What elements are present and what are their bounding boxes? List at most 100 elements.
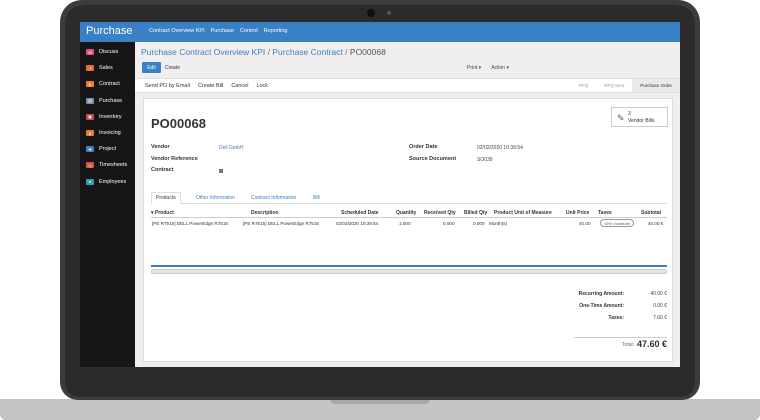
tax-tag: 19% Vorsteuer: [600, 219, 635, 227]
cell-uom: Month(s): [489, 221, 508, 226]
top-menu-purchase[interactable]: Purchase: [211, 28, 234, 34]
action-dropdown[interactable]: Action ▾: [491, 65, 509, 71]
breadcrumb-separator: /: [267, 47, 270, 57]
cell-quantity: 1.000: [399, 221, 411, 226]
horizontal-scrollbar[interactable]: [151, 269, 667, 274]
status-stages: RFQ RFQ Sent Purchase Order: [571, 79, 680, 92]
sidebar-item-label: Purchase: [99, 97, 123, 104]
cell-subtotal: 40.00 €: [648, 221, 664, 226]
col-unit-price[interactable]: Unit Price: [566, 210, 589, 216]
recurring-amount-value: 40.00 €: [650, 291, 667, 297]
contract-label: Contract: [151, 167, 174, 173]
table-divider: [151, 265, 667, 267]
header-actions: Send PO by Email Create Bill Cancel Lock: [145, 83, 268, 89]
breadcrumb-separator: /: [345, 47, 348, 57]
col-billed-qty[interactable]: Billed Qty: [464, 210, 487, 216]
vendor-bills-button[interactable]: ✎ 3 Vendor Bills: [611, 107, 668, 127]
breadcrumb: Purchase Contract Overview KPI / Purchas…: [141, 47, 386, 57]
create-bill-button[interactable]: Create Bill: [198, 83, 223, 89]
tab-bill[interactable]: Bill: [313, 192, 320, 204]
form-sheet: PO00068 ✎ 3 Vendor Bills Vendor Dell Gmb…: [143, 98, 673, 362]
source-document-field[interactable]: SO039: [477, 157, 493, 163]
col-scheduled-date[interactable]: Scheduled Date: [341, 210, 379, 216]
col-taxes[interactable]: Taxes: [598, 210, 612, 216]
sidebar-item-employees[interactable]: ● Employees: [80, 174, 135, 190]
record-title: PO00068: [151, 116, 206, 131]
print-dropdown[interactable]: Print ▾: [467, 65, 481, 71]
lock-button[interactable]: Lock: [256, 83, 268, 89]
users-icon: ●: [86, 178, 94, 185]
edit-button[interactable]: Edit: [142, 62, 161, 73]
top-menu: Contract Overview KPI Purchase Control R…: [149, 28, 287, 34]
sidebar-item-label: Sales: [99, 65, 113, 72]
breadcrumb-kpi-link[interactable]: Purchase Contract Overview KPI: [141, 47, 265, 57]
sidebar-item-timesheets[interactable]: ◷ Timesheets: [80, 157, 135, 173]
tab-contract-information[interactable]: Contract Information: [251, 192, 296, 204]
vendor-field[interactable]: Dell GmbH: [219, 145, 243, 151]
breadcrumb-current: PO00068: [349, 47, 386, 57]
tab-other-information[interactable]: Other Information: [196, 192, 235, 204]
sidebar-item-project[interactable]: ✚ Project: [80, 141, 135, 157]
top-menu-control[interactable]: Control: [240, 28, 258, 34]
stage-purchase-order[interactable]: Purchase Order: [632, 79, 680, 92]
col-uom[interactable]: Product Unit of Measure: [494, 210, 552, 216]
col-description[interactable]: Description: [251, 210, 279, 216]
sidebar-item-sales[interactable]: ↗ Sales: [80, 60, 135, 76]
chat-icon: ✉: [86, 49, 94, 56]
col-subtotal[interactable]: Subtotal: [641, 210, 661, 216]
col-product[interactable]: ▾ Product: [151, 210, 174, 216]
camera-sensor: [387, 11, 391, 15]
sidebar-item-purchase[interactable]: ▤ Purchase: [80, 93, 135, 109]
sidebar-item-invoicing[interactable]: $ Invoicing: [80, 125, 135, 141]
order-date-label: Order Date: [409, 144, 438, 150]
stage-rfq-sent[interactable]: RFQ Sent: [596, 79, 632, 92]
order-date-field[interactable]: 02/02/2020 10:39:54: [477, 145, 523, 151]
vendor-reference-label: Vendor Reference: [151, 156, 198, 162]
top-menu-contract-overview-kpi[interactable]: Contract Overview KPI: [149, 28, 205, 34]
recurring-amount-label: Recurring Amount:: [578, 291, 624, 297]
sidebar-item-inventory[interactable]: ▣ Inventory: [80, 109, 135, 125]
cell-description: [PE R7515] DELL PowerEdge R7515: [243, 221, 319, 226]
chart-icon: ↗: [86, 65, 94, 72]
app-title[interactable]: Purchase: [86, 25, 132, 37]
top-menu-reporting[interactable]: Reporting: [264, 28, 288, 34]
sidebar-item-label: Contract: [99, 81, 120, 88]
source-document-label: Source Document: [409, 156, 457, 162]
sidebar-item-discuss[interactable]: ✉ Discuss: [80, 44, 135, 60]
sidebar-item-label: Project: [99, 146, 117, 153]
app-screen: Purchase Contract Overview KPI Purchase …: [80, 22, 680, 367]
col-quantity[interactable]: Quantity: [396, 210, 416, 216]
table-row[interactable]: [PE R7515] DELL PowerEdge R7515 [PE R751…: [151, 219, 667, 229]
vendor-bills-label: Vendor Bills: [628, 118, 655, 124]
cancel-button[interactable]: Cancel: [231, 83, 248, 89]
box-icon: ▣: [86, 113, 94, 120]
pencil-square-icon: ✎: [617, 113, 625, 123]
cell-unit-price: 40.00: [579, 221, 591, 226]
toolbar-menus: Print ▾ Action ▾: [467, 65, 509, 71]
tab-products[interactable]: Products: [151, 192, 181, 204]
totals-divider: [574, 337, 667, 338]
main-content: Purchase Contract Overview KPI / Purchas…: [135, 42, 680, 367]
document-icon: B: [86, 81, 94, 88]
taxes-value: 7.60 €: [653, 315, 667, 321]
col-received-qty[interactable]: Received Qty: [424, 210, 456, 216]
create-button[interactable]: Create: [165, 62, 180, 73]
sidebar: ✉ Discuss ↗ Sales B Contract ▤ Purchase …: [80, 42, 135, 367]
send-po-email-button[interactable]: Send PO by Email: [145, 83, 190, 89]
sidebar-item-label: Inventory: [99, 113, 122, 120]
stage-rfq[interactable]: RFQ: [571, 79, 597, 92]
invoice-icon: $: [86, 130, 94, 137]
taxes-label: Taxes:: [608, 315, 624, 321]
total-value: 47.60 €: [636, 339, 667, 349]
cell-product: [PE R7515] DELL PowerEdge R7515: [152, 221, 228, 226]
camera-icon: [367, 9, 375, 17]
one-time-amount-label: One-Time Amount:: [579, 303, 624, 309]
notebook-tabs: Products Other Information Contract Info…: [151, 192, 667, 204]
contract-checkbox[interactable]: [219, 169, 223, 173]
breadcrumb-contract-link[interactable]: Purchase Contract: [272, 47, 342, 57]
one-time-amount-value: 0.00 €: [653, 303, 667, 309]
sidebar-item-contract[interactable]: B Contract: [80, 76, 135, 92]
table-header: ▾ Product Description Scheduled Date Qua…: [151, 208, 667, 218]
vendor-bills-count: 3: [628, 111, 631, 117]
puzzle-icon: ✚: [86, 146, 94, 153]
